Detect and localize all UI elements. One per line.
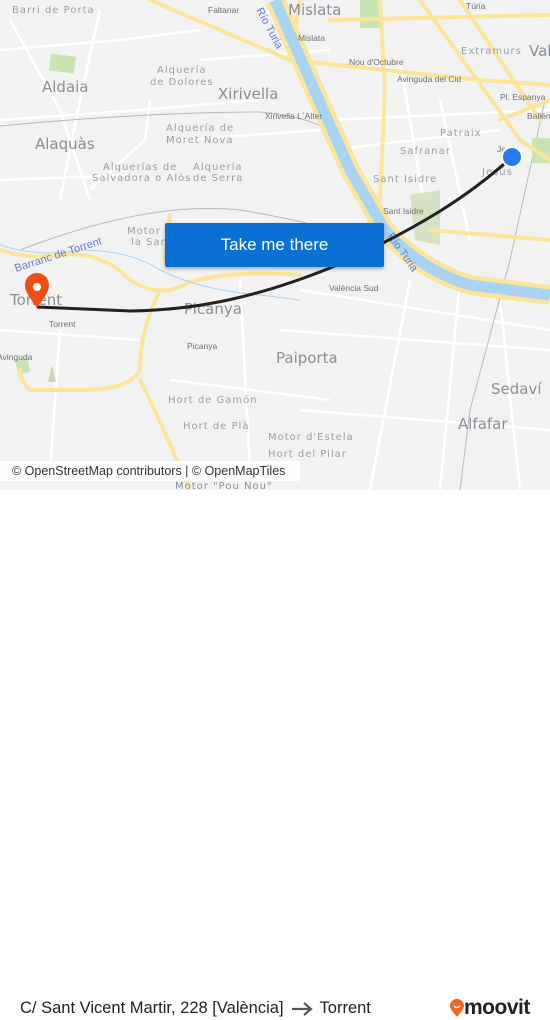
- place-label: Xirivella L´Alter: [265, 111, 322, 121]
- place-label: de Serra: [193, 173, 243, 184]
- place-label: Moret Nova: [166, 135, 234, 146]
- place-label: Túria: [466, 1, 486, 11]
- place-label: Sant Isidre: [373, 174, 437, 185]
- origin-name: C/ Sant Vicent Martir, 228 [València]: [20, 999, 284, 1017]
- place-label: Motor d'Estela: [268, 432, 354, 443]
- take-me-there-button[interactable]: Take me there: [165, 223, 384, 267]
- logo-text: moovit: [464, 996, 530, 1019]
- place-label: Extramurs: [461, 46, 522, 57]
- map-attribution: © OpenStreetMap contributors | © OpenMap…: [0, 461, 300, 481]
- place-label: Alquerías de: [103, 161, 177, 173]
- place-label: Nou d'Octubre: [349, 57, 404, 67]
- destination-name: Torrent: [319, 999, 371, 1017]
- place-label: Alquería: [157, 64, 206, 76]
- place-label: Avinguda: [0, 352, 33, 362]
- place-label: Patraix: [440, 128, 482, 139]
- place-label: Alquería: [193, 161, 242, 173]
- place-label: Hort del Pilar: [268, 449, 347, 460]
- footer: C/ Sant Vicent Martir, 228 [València] To…: [0, 490, 550, 1019]
- place-label: Hort de Gamón: [168, 394, 258, 406]
- place-label: Xirivella: [218, 85, 278, 103]
- place-label: Hort de Plà: [183, 420, 249, 432]
- place-label: Val: [529, 42, 550, 60]
- place-label: Ballén: [527, 111, 550, 121]
- place-label: Torrent: [49, 319, 76, 329]
- place-label: Sant Isidre: [383, 206, 424, 216]
- place-label: Faltanar: [208, 5, 239, 15]
- route-title: C/ Sant Vicent Martir, 228 [València] To…: [20, 999, 371, 1018]
- place-label: Pl. Espanya: [500, 92, 546, 102]
- origin-dot-icon[interactable]: [501, 146, 523, 168]
- moovit-logo: moovit: [450, 996, 530, 1020]
- place-label: Salvadora o Alòs: [92, 172, 191, 184]
- place-label: Avinguda del Cid: [397, 74, 461, 84]
- place-label: Safranar: [400, 146, 451, 157]
- place-label: Alaquàs: [35, 135, 95, 153]
- place-label: Alfafar: [458, 415, 508, 433]
- place-label: Paiporta: [276, 349, 338, 367]
- place-label: Sedaví: [491, 380, 542, 398]
- arrow-right-icon: [291, 1001, 313, 1016]
- place-label: València Sud: [329, 283, 379, 293]
- place-label: Aldaia: [42, 78, 89, 96]
- place-label: Picanya: [187, 341, 218, 351]
- place-label: Alquería de: [166, 122, 234, 134]
- place-label: de Dolores: [150, 77, 214, 88]
- moovit-pin-icon: [450, 999, 464, 1017]
- place-label: Barri de Porta: [12, 5, 95, 16]
- map[interactable]: Barri de Porta Faltanar Río Turia Mislat…: [0, 0, 550, 490]
- place-label: Mislata: [288, 1, 341, 19]
- place-label: Mislata: [298, 33, 325, 43]
